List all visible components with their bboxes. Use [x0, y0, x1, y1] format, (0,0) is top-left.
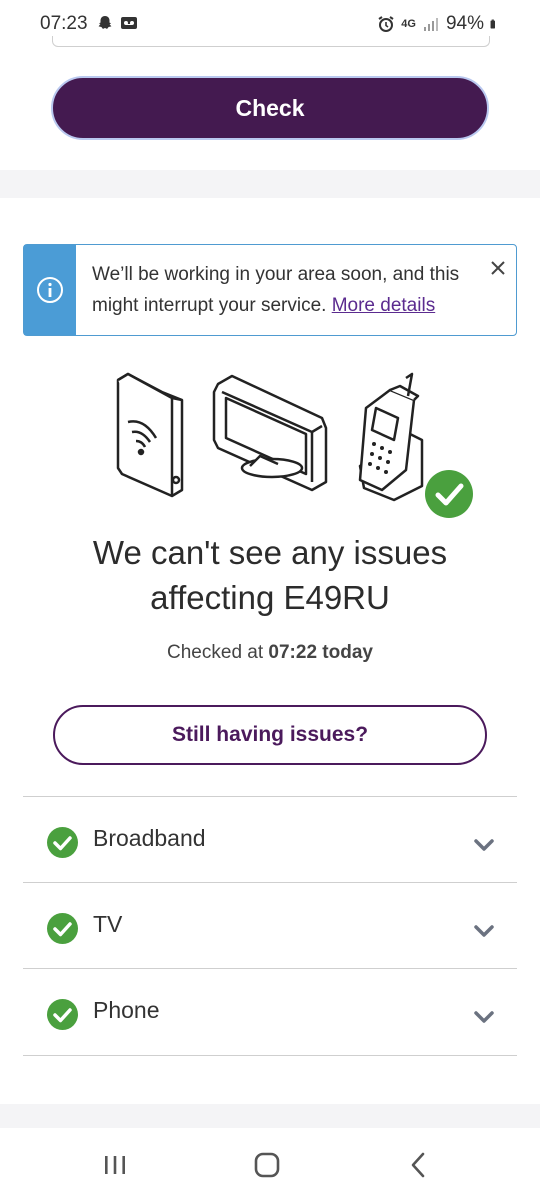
postcode-input-edge[interactable] [52, 36, 490, 47]
service-label: Phone [93, 997, 160, 1023]
section-divider [0, 170, 540, 198]
chevron-down-icon[interactable] [473, 1009, 495, 1025]
service-row-tv[interactable]: TV [23, 882, 517, 968]
battery-icon [490, 19, 495, 29]
router-icon [116, 372, 184, 498]
navigation-bar [0, 1128, 540, 1200]
check-button[interactable]: Check [51, 76, 489, 140]
all-clear-check-icon [425, 470, 473, 518]
signal-icon [423, 18, 438, 31]
devices-illustration [116, 372, 424, 502]
service-label: TV [93, 911, 123, 937]
status-time: 07:23 [40, 13, 88, 34]
tv-icon [212, 374, 328, 492]
check-circle-icon [47, 999, 78, 1030]
service-label: Broadband [93, 825, 206, 851]
more-details-link[interactable]: More details [332, 295, 436, 316]
battery-percent: 94% [445, 13, 484, 34]
home-icon[interactable] [252, 1150, 282, 1180]
notice-strip [24, 245, 76, 335]
checked-at-time: 07:22 today [268, 642, 373, 663]
check-circle-icon [47, 827, 78, 858]
notice-text: We’ll be working in your area soon, and … [92, 259, 492, 321]
status-headline: We can't see any issues affecting E49RU [92, 534, 448, 616]
network-type: 4G [401, 18, 416, 30]
checked-at-prefix: Checked at [167, 642, 264, 663]
chevron-down-icon[interactable] [473, 923, 495, 939]
snapchat-icon [98, 16, 112, 29]
info-icon [37, 277, 63, 303]
close-icon[interactable] [490, 260, 506, 276]
service-notice: We’ll be working in your area soon, and … [23, 244, 517, 336]
checked-at: Checked at 07:22 today [40, 642, 500, 664]
status-right: 4G 94% [377, 13, 500, 35]
recent-apps-icon[interactable] [100, 1150, 130, 1180]
still-having-issues-button[interactable]: Still having issues? [53, 705, 487, 765]
service-list: Broadband TV Phone [23, 796, 517, 1056]
alarm-icon [378, 16, 394, 32]
check-circle-icon [47, 913, 78, 944]
service-row-phone[interactable]: Phone [23, 968, 517, 1056]
service-row-broadband[interactable]: Broadband [23, 796, 517, 882]
chevron-down-icon[interactable] [473, 837, 495, 853]
notification-icons [96, 14, 138, 32]
phone-icon [358, 372, 424, 502]
back-icon[interactable] [404, 1150, 434, 1180]
voicemail-icon [121, 17, 137, 29]
section-divider [0, 1104, 540, 1128]
